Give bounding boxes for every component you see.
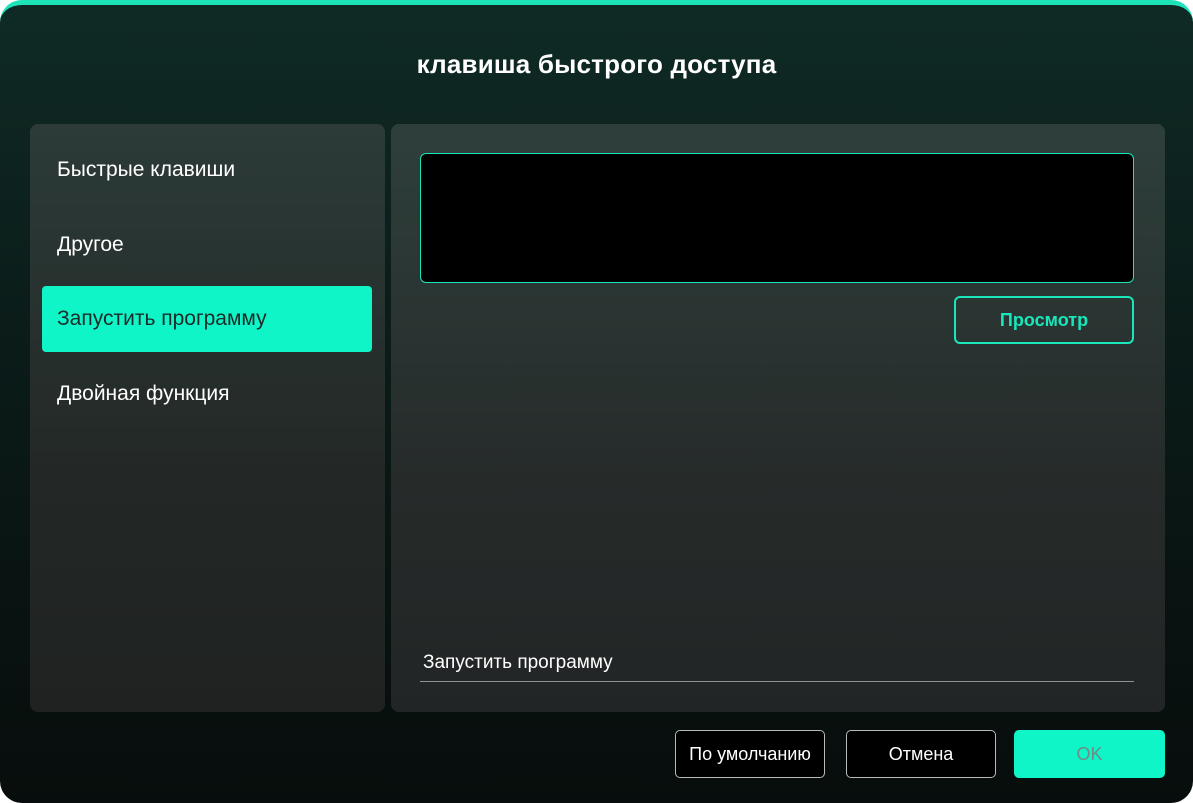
ok-button[interactable]: OK [1014,730,1165,778]
sidebar-item-dual-function[interactable]: Двойная функция [42,361,372,427]
dialog-title: клавиша быстрого доступа [416,49,777,79]
browse-button[interactable]: Просмотр [954,296,1134,344]
sidebar-item-run-program[interactable]: Запустить программу [42,286,372,352]
category-sidebar: Быстрые клавиши Другое Запустить програм… [30,124,385,712]
shortcut-key-dialog: клавиша быстрого доступа Быстрые клавиши… [0,0,1193,803]
description-underline [420,681,1134,682]
action-description-label: Запустить программу [423,652,613,673]
settings-panel: Просмотр Запустить программу [391,124,1165,712]
sidebar-item-other[interactable]: Другое [42,212,372,278]
sidebar-item-shortcut-keys[interactable]: Быстрые клавиши [42,137,372,203]
restore-defaults-button[interactable]: По умолчанию [675,730,825,778]
program-path-field[interactable] [420,153,1134,283]
cancel-button[interactable]: Отмена [846,730,996,778]
